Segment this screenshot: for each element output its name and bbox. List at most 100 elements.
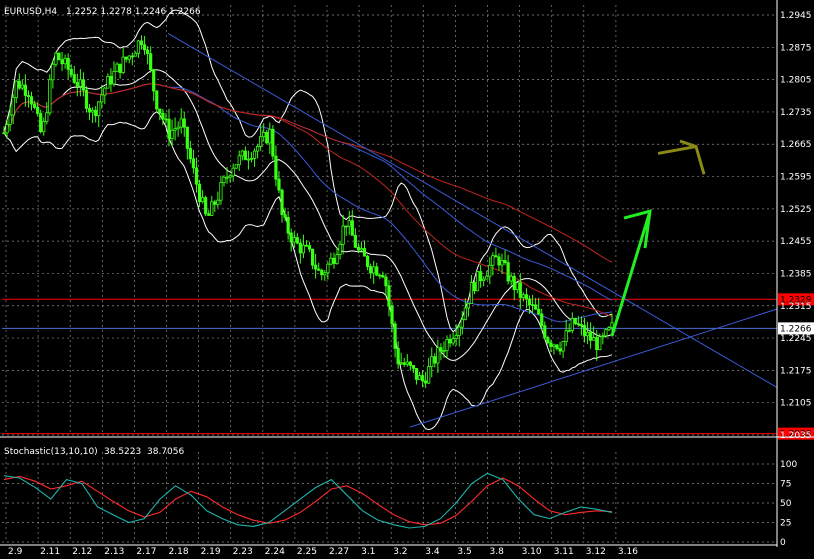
candle-body [460, 319, 464, 328]
candle-body [610, 322, 614, 328]
x-tick-label: 3.10 [522, 547, 542, 557]
candle-body [466, 302, 471, 309]
axes: 2.9 2.11 2.12 2.13 2.17 2.18 2.19 2.23 2.24 2.25 2… [0, 0, 814, 557]
candle-body [329, 257, 333, 265]
candle-body [216, 199, 220, 205]
candle-body [436, 347, 440, 364]
candle-body [26, 95, 31, 98]
candle-body [292, 237, 296, 243]
candle-body [494, 255, 498, 258]
candle-body [268, 128, 272, 144]
candle-body [210, 201, 214, 216]
candle-body [246, 158, 251, 161]
candle-body [115, 63, 119, 72]
candle-body [463, 307, 467, 320]
forecast-arrow-olive [657, 145, 697, 155]
candle-body [14, 80, 18, 98]
candle-body [112, 70, 116, 85]
candle-body [479, 271, 483, 282]
candle-body [369, 266, 373, 274]
candle-body [509, 275, 513, 282]
x-tick-label: 2.24 [265, 547, 285, 557]
candle-body [323, 272, 327, 276]
candle-body [274, 155, 278, 180]
candle-body [222, 176, 226, 184]
candle-body [381, 274, 385, 278]
candle-body [94, 109, 98, 117]
candle-body [540, 313, 544, 327]
candle-body [341, 225, 345, 245]
y-tick-label: 1.2035 [780, 431, 812, 441]
candle-body [20, 84, 24, 89]
chart-symbol: EURUSD,H4 [4, 7, 57, 17]
candle-body [393, 323, 397, 349]
candle-body [259, 136, 263, 147]
candle-body [252, 150, 257, 159]
x-tick-label: 3.8 [490, 547, 505, 557]
trendline-down [167, 33, 778, 388]
candle-body [482, 278, 486, 282]
candle-body [585, 331, 590, 337]
y-tick-label: 1.2665 [780, 140, 812, 150]
forecast-arrows [610, 139, 706, 337]
chart-ohlc: 1.2252 1.2278 1.2246 1.2266 [66, 7, 201, 17]
candle-body [69, 68, 73, 75]
y-tick-label: 1.2805 [780, 76, 812, 86]
candle-body [262, 131, 266, 138]
candle-body [356, 246, 361, 251]
candle-body [298, 242, 302, 254]
candle-body [503, 260, 507, 264]
candle-body [555, 344, 559, 350]
candle-body [347, 220, 351, 227]
candle-body [384, 276, 388, 287]
candle-body [283, 214, 287, 218]
candle-body [60, 59, 64, 65]
x-tick-label: 3.4 [425, 547, 440, 557]
candle-body [133, 52, 137, 57]
candle-body [81, 79, 86, 91]
candle-body [338, 243, 342, 255]
candle-body [66, 57, 70, 70]
candle-body [518, 282, 522, 298]
candle-body [320, 269, 324, 276]
x-tick-label: 2.11 [40, 547, 60, 557]
candle-body [78, 79, 82, 87]
candle-body [155, 90, 159, 110]
x-tick-label: 2.9 [8, 547, 23, 557]
candle-body [512, 275, 516, 291]
x-tick-label: 2.18 [169, 547, 189, 557]
candle-body [488, 264, 492, 277]
candle-body [372, 266, 376, 274]
candle-body [457, 326, 461, 336]
candle-body [286, 216, 290, 234]
stoch-y-tick-label: 50 [780, 499, 792, 509]
y-tick-label: 1.2595 [780, 173, 812, 183]
y-tick-label: 1.2455 [780, 237, 812, 247]
candle-body [411, 365, 416, 369]
candle-body [225, 176, 229, 179]
candle-body [378, 274, 382, 277]
candle-body [8, 114, 12, 125]
y-tick-label: 1.2875 [780, 43, 812, 53]
candle-body [295, 237, 299, 244]
candle-body [91, 109, 95, 113]
candle-body [145, 49, 150, 55]
candle-body [97, 101, 101, 117]
y-tick-label: 1.2175 [780, 366, 812, 376]
candle-body [558, 348, 562, 352]
candle-body [106, 76, 110, 89]
candle-body [29, 96, 34, 105]
trading-chart[interactable]: 1.23291.20381.2266 2.9 2.11 2.12 2.13 2.17 2.… [0, 0, 814, 559]
candle-body [207, 213, 211, 216]
candle-body [527, 298, 532, 306]
x-tick-label: 3.16 [618, 547, 638, 557]
level-lines: 1.23291.20381.2266 [2, 293, 814, 440]
x-tick-label: 3.1 [361, 547, 375, 557]
candle-body [442, 350, 446, 353]
stoch-y-tick-label: 100 [780, 460, 797, 470]
stoch-y-tick-label: 75 [780, 480, 791, 490]
candle-body [152, 69, 156, 92]
x-tick-label: 3.2 [393, 547, 407, 557]
candle-body [307, 245, 312, 250]
candle-body [365, 255, 370, 267]
